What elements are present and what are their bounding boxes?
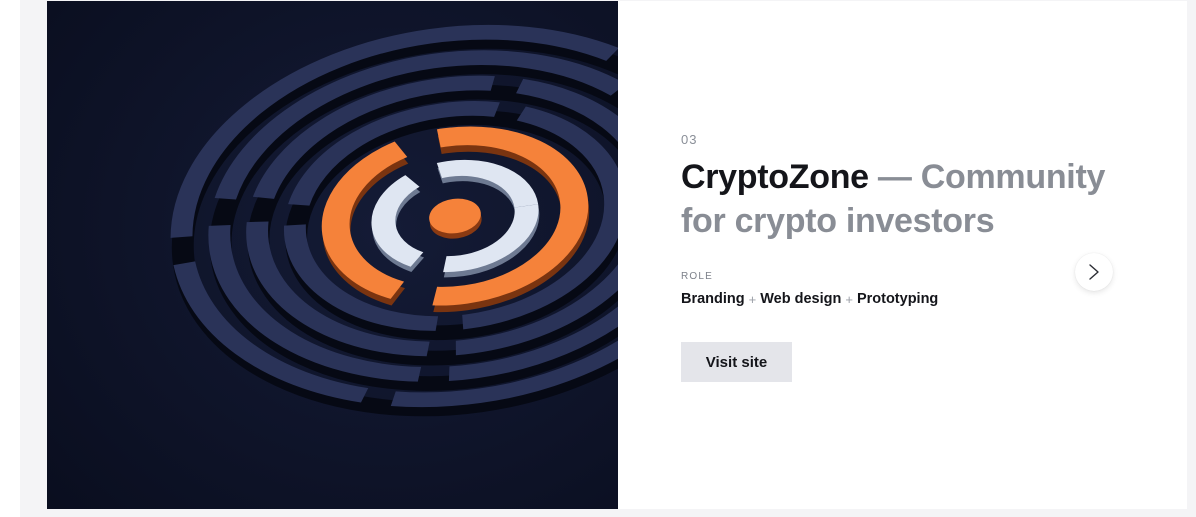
project-hero-image [47, 1, 618, 509]
visit-site-button[interactable]: Visit site [681, 342, 792, 382]
project-title-name: CryptoZone [681, 158, 869, 196]
role-item: Web design [760, 291, 842, 307]
project-title: CryptoZone — Community for crypto invest… [681, 155, 1151, 243]
cryptozone-logo-artwork [47, 1, 618, 509]
page: 03 CryptoZone — Community for crypto inv… [0, 0, 1196, 517]
role-item: Prototyping [856, 291, 939, 307]
role-separator: + [845, 291, 853, 307]
role-label: ROLE [681, 271, 714, 282]
left-gutter [0, 0, 20, 517]
role-separator: + [748, 291, 757, 307]
project-number: 03 [681, 132, 698, 147]
chevron-right-icon [1089, 264, 1099, 280]
next-project-button[interactable] [1075, 253, 1113, 291]
project-details: 03 CryptoZone — Community for crypto inv… [618, 1, 1187, 509]
role-item: Branding [681, 291, 745, 307]
project-card: 03 CryptoZone — Community for crypto inv… [47, 1, 1187, 509]
role-list: Branding + Web design + Prototyping [681, 291, 938, 307]
